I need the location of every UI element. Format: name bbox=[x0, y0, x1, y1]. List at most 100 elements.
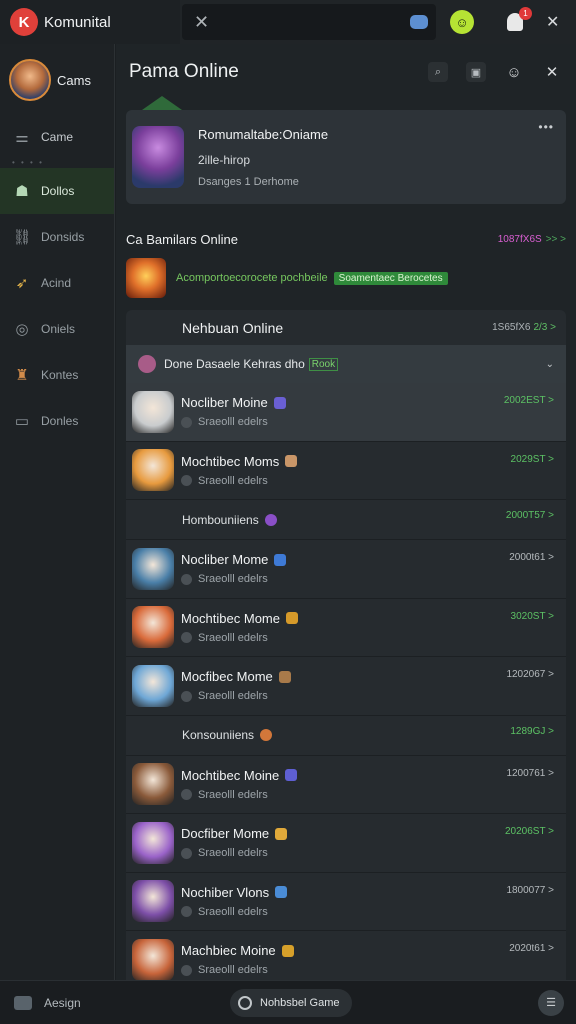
list-item[interactable]: Nocliber Moine Sraeolll edelrs 2002EST > bbox=[126, 383, 566, 442]
sidebar-item-kontes[interactable]: ♜ Kontes bbox=[0, 352, 114, 398]
group-name: Hombouniiens bbox=[182, 512, 259, 527]
online-count[interactable]: 2020t61 > bbox=[509, 943, 554, 954]
game-pill-button[interactable]: Nohbsbel Game bbox=[230, 988, 352, 1017]
online-count[interactable]: 20206ST > bbox=[505, 826, 554, 837]
gamepad-icon[interactable] bbox=[410, 15, 428, 29]
panel-count[interactable]: 1S65fX6 2/3 > bbox=[492, 322, 556, 333]
group-header[interactable]: Done Dasaele Kehras dho Rook ⌄ bbox=[126, 345, 566, 383]
rocket-icon: ➶ bbox=[15, 275, 29, 292]
online-count[interactable]: 1202067 > bbox=[506, 669, 554, 680]
game-name: Mochtibec Mome bbox=[181, 610, 280, 626]
status-emoji-icon bbox=[285, 769, 298, 782]
chevron-down-icon[interactable]: ⌄ bbox=[546, 359, 554, 370]
search-input[interactable]: ✕ bbox=[182, 4, 436, 40]
game-name: Docfiber Mome bbox=[181, 826, 270, 842]
bottom-bar: Aesign Nohbsbel Game ☰ bbox=[0, 980, 576, 1024]
sidebar-item-label: Donsids bbox=[41, 230, 85, 244]
status-emoji-icon bbox=[278, 670, 291, 683]
list-item[interactable]: Mochtibec Moine Sraeolll edelrs 1200761 > bbox=[126, 756, 566, 814]
sidebar-item-acind[interactable]: ➶ Acind bbox=[0, 260, 114, 306]
sidebar-item-dollos[interactable]: ☗ Dollos bbox=[0, 168, 114, 214]
brand[interactable]: K Komunital bbox=[0, 0, 180, 44]
group-icon bbox=[260, 729, 273, 741]
game-name: Nocliber Mome bbox=[181, 552, 269, 568]
status-emoji-icon bbox=[281, 944, 294, 957]
assign-button[interactable]: Aesign bbox=[0, 995, 230, 1010]
game-name: Mochtibec Moms bbox=[181, 453, 280, 469]
search-icon[interactable]: ⌕ bbox=[428, 62, 448, 82]
shield-icon: ◎ bbox=[15, 321, 29, 338]
sidebar-item-label: Kontes bbox=[41, 368, 79, 382]
status-icon bbox=[181, 573, 192, 585]
sidebar-item-came[interactable]: ⚌ Came bbox=[0, 116, 114, 158]
sidebar-item-donles[interactable]: ▭ Donles bbox=[0, 398, 114, 444]
close-icon[interactable]: ✕ bbox=[542, 62, 562, 82]
game-thumbnail bbox=[132, 880, 174, 923]
emoji-icon[interactable]: ☺ bbox=[504, 62, 524, 82]
section-link[interactable]: Acomportoecorocete pochbeile bbox=[176, 272, 328, 284]
sidebar: Cams ⚌ Came • • • • ☗ Dollos ⛓ Donsids ➶… bbox=[0, 44, 115, 980]
sidebar-item-donsids[interactable]: ⛓ Donsids bbox=[0, 214, 114, 260]
online-count[interactable]: 1800077 > bbox=[506, 885, 554, 896]
featured-subtitle: 2ille-hirop bbox=[198, 152, 251, 167]
game-thumbnail bbox=[132, 664, 174, 707]
online-count[interactable]: 2000t61 > bbox=[509, 552, 554, 563]
group-row[interactable]: Konsouniiens 1289GJ > bbox=[126, 716, 566, 756]
list-item[interactable]: Nochiber Vlons Sraeolll edelrs 1800077 > bbox=[126, 873, 566, 931]
list-item[interactable]: Mochtibec Mome Sraeolll edelrs 3020ST > bbox=[126, 599, 566, 657]
assign-label: Aesign bbox=[44, 995, 81, 1010]
top-bar: K Komunital ✕ ☺ 1 ✕ bbox=[0, 0, 576, 44]
online-count[interactable]: 3020ST > bbox=[511, 611, 554, 622]
featured-title: Romumaltabe:Oniame bbox=[198, 126, 329, 142]
sidebar-item-oniels[interactable]: ◎ Oniels bbox=[0, 306, 114, 352]
game-status: Sraeolll edelrs bbox=[198, 573, 268, 586]
menu-icon[interactable]: ☰ bbox=[538, 989, 564, 1016]
status-emoji-icon bbox=[285, 455, 298, 468]
group-row[interactable]: Hombouniiens 2000T57 > bbox=[126, 500, 566, 540]
chat-bubble-icon[interactable]: ▣ bbox=[466, 62, 486, 82]
game-icon bbox=[238, 995, 252, 1010]
game-status: Sraeolll edelrs bbox=[198, 905, 268, 918]
profile-label: Cams bbox=[57, 72, 91, 88]
list-item[interactable]: Mocfibec Mome Sraeolll edelrs 1202067 > bbox=[126, 657, 566, 716]
section-count[interactable]: 1087fX6S >> > bbox=[498, 234, 566, 245]
featured-card[interactable]: Romumaltabe:Oniame 2ille-hirop Dsanges 1… bbox=[126, 110, 566, 204]
game-thumbnail[interactable] bbox=[126, 258, 166, 298]
sidebar-divider: • • • • bbox=[12, 158, 44, 167]
online-count[interactable]: 1200761 > bbox=[506, 768, 554, 779]
list-item[interactable]: Mochtibec Moms Sraeolll edelrs 2029ST > bbox=[126, 442, 566, 500]
online-count[interactable]: 2029ST > bbox=[511, 454, 554, 465]
game-thumbnail bbox=[132, 821, 174, 864]
sidebar-profile[interactable]: Cams bbox=[0, 44, 114, 116]
status-icon bbox=[181, 847, 192, 859]
notification-badge: 1 bbox=[519, 7, 532, 20]
status-emoji-icon bbox=[275, 886, 288, 899]
chevron-right-icon: >> > bbox=[545, 233, 566, 245]
tab-indicator bbox=[142, 96, 182, 110]
character-icon: ♜ bbox=[15, 367, 29, 384]
online-count[interactable]: 2002EST > bbox=[504, 395, 554, 406]
friends-panel: Nehbuan Online 1S65fX6 2/3 > Done Dasaele… bbox=[126, 310, 566, 980]
notifications-button[interactable]: 1 bbox=[504, 7, 532, 33]
featured-meta: Dsanges 1 Derhome bbox=[198, 175, 299, 188]
list-item[interactable]: Nocliber Mome Sraeolll edelrs 2000t61 > bbox=[126, 540, 566, 599]
controller-icon: ⚌ bbox=[15, 129, 29, 146]
list-item[interactable]: Docfiber Mome Sraeolll edelrs 20206ST > bbox=[126, 814, 566, 873]
status-emoji-icon bbox=[285, 612, 298, 625]
sidebar-item-label: Dollos bbox=[41, 184, 75, 198]
game-name: Nocliber Moine bbox=[181, 395, 268, 411]
game-status: Sraeolll edelrs bbox=[198, 631, 268, 644]
alien-icon[interactable]: ☺ bbox=[450, 10, 474, 34]
list-item[interactable]: Machbiec Moine Sraeolll edelrs 2020t61 > bbox=[126, 931, 566, 980]
status-badge: Soamentaec Berocetes bbox=[333, 271, 448, 285]
search-clear-icon[interactable]: ✕ bbox=[194, 12, 209, 33]
page-title: Pama Online bbox=[129, 61, 239, 82]
status-icon bbox=[181, 632, 192, 644]
status-icon bbox=[181, 789, 192, 801]
game-name: Mochtibec Moine bbox=[181, 767, 280, 783]
more-options-icon[interactable]: ••• bbox=[538, 120, 554, 134]
game-thumbnail bbox=[132, 606, 174, 649]
game-status: Sraeolll edelrs bbox=[198, 690, 268, 703]
close-icon[interactable]: ✕ bbox=[546, 12, 559, 32]
main-header: Pama Online ⌕ ▣ ☺ ✕ bbox=[116, 44, 576, 100]
